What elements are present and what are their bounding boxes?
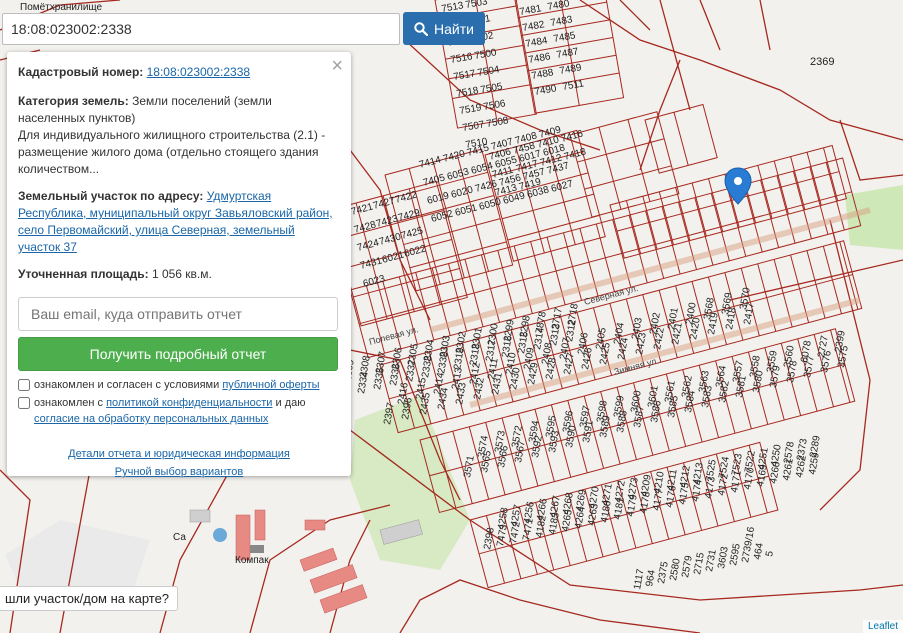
address-label: Земельный участок по адресу: [18, 189, 204, 203]
search-button[interactable]: Найти [403, 12, 485, 45]
offer-consent-text: ознакомлен и согласен с условиями [34, 379, 220, 391]
parcel-info-panel: × Кадастровый номер: 18:08:023002:2338 К… [7, 52, 351, 478]
svg-text:Са: Са [173, 532, 186, 543]
land-category-row: Категория земель: Земли поселений (земли… [18, 93, 340, 178]
offer-consent: ознакомлен и согласен с условиями публич… [18, 377, 340, 393]
report-details-link[interactable]: Детали отчета и юридическая информация [68, 448, 290, 460]
close-icon[interactable]: × [331, 56, 343, 76]
address-row: Земельный участок по адресу: Удмуртская … [18, 188, 340, 256]
area-value: 1 056 кв.м. [151, 267, 212, 281]
cadastral-search-input[interactable] [2, 13, 400, 45]
top-label: Помётхранилище [20, 2, 103, 13]
category-label: Категория земель: [18, 94, 129, 108]
found-on-map-button[interactable]: шли участок/дом на карте? [0, 586, 179, 611]
leaflet-link[interactable]: Leaflet [868, 621, 898, 632]
cadastral-label: Кадастровый номер: [18, 65, 144, 79]
cadastral-number-link[interactable]: 18:08:023002:2338 [147, 65, 250, 79]
privacy-consent-checkbox[interactable] [18, 397, 30, 409]
svg-text:Компак: Компак [235, 555, 269, 566]
search-button-label: Найти [434, 20, 474, 37]
manual-selection-link[interactable]: Ручной выбор вариантов [115, 466, 243, 478]
panel-footer-links: Детали отчета и юридическая информация Р… [18, 445, 340, 481]
privacy-consent-mid: и даю [275, 397, 306, 409]
public-offer-link[interactable]: публичной оферты [222, 379, 319, 391]
lot-2369: 2369 [810, 56, 834, 68]
area-label: Уточненная площадь: [18, 267, 149, 281]
map-attribution: Leaflet [862, 620, 903, 633]
area-row: Уточненная площадь: 1 056 кв.м. [18, 266, 340, 283]
privacy-policy-link[interactable]: политикой конфиденциальности [106, 397, 272, 409]
get-report-button[interactable]: Получить подробный отчет [18, 337, 338, 371]
search-icon [414, 21, 429, 36]
email-field[interactable] [18, 297, 338, 331]
personal-data-consent-link[interactable]: согласие на обработку персональных данны… [34, 413, 268, 425]
privacy-consent: ознакомлен с политикой конфиденциальност… [18, 395, 340, 427]
offer-consent-checkbox[interactable] [18, 379, 30, 391]
privacy-consent-text: ознакомлен с [34, 397, 104, 409]
cadastral-number-row: Кадастровый номер: 18:08:023002:2338 [18, 64, 340, 81]
usage-text: Для индивидуального жилищного строительс… [18, 128, 326, 176]
